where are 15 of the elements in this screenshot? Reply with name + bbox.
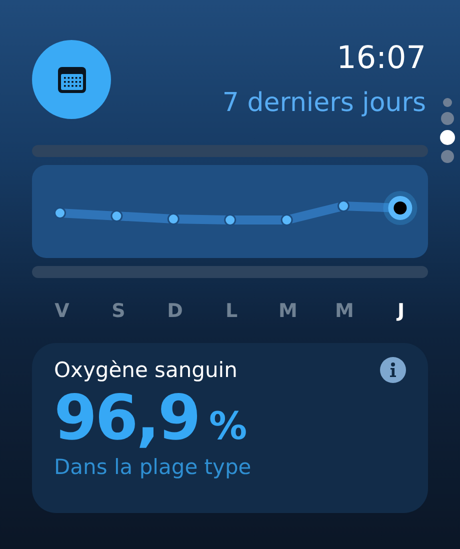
day-label: J [396, 300, 406, 324]
day-label: L [224, 300, 239, 324]
unit-label: % [208, 404, 248, 448]
info-icon[interactable] [380, 357, 406, 383]
calendar-icon [56, 66, 86, 94]
day-label: M [334, 300, 354, 324]
oxygen-value: 96,9 [54, 381, 199, 455]
day-label: S [110, 300, 126, 324]
card-title: Oxygène sanguin [54, 358, 238, 382]
period-title: 7 derniers jours [222, 87, 426, 120]
day-label: M [278, 300, 298, 324]
time: 16:07 [336, 40, 426, 76]
range-note: Dans la plage type [54, 455, 252, 479]
day-label: D [166, 300, 184, 324]
day-label: V [54, 300, 70, 324]
